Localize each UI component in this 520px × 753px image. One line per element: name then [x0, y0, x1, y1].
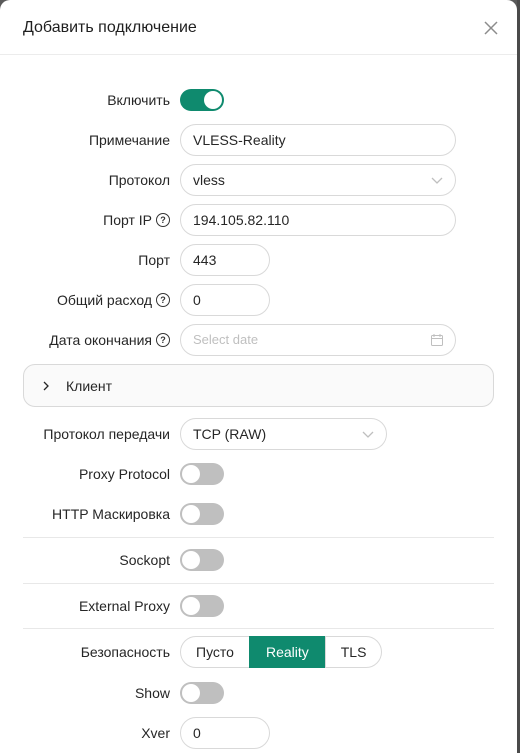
chevron-right-icon	[43, 381, 49, 391]
transport-label: Протокол передачи	[43, 426, 170, 442]
modal-header: Добавить подключение	[0, 0, 517, 55]
row-sockopt: Sockopt	[0, 549, 517, 571]
listen-ip-label: Порт IP ?	[103, 212, 170, 228]
divider	[23, 537, 494, 538]
protocol-select[interactable]: vless	[180, 164, 456, 196]
proxy-protocol-toggle[interactable]	[180, 463, 224, 485]
row-protocol: Протокол vless	[0, 164, 517, 196]
toggle-knob	[182, 597, 200, 615]
expiry-date-input[interactable]: Select date	[180, 324, 456, 356]
external-proxy-label: External Proxy	[78, 598, 170, 614]
question-icon[interactable]: ?	[156, 213, 170, 227]
proxy-protocol-label: Proxy Protocol	[78, 466, 170, 482]
row-listen-ip: Порт IP ? 194.105.82.110	[0, 204, 517, 236]
chevron-down-icon	[431, 177, 443, 184]
remark-input[interactable]: VLESS-Reality	[180, 124, 456, 156]
row-transport: Протокол передачи TCP (RAW)	[0, 418, 517, 450]
xver-label: Xver	[141, 725, 170, 741]
http-mask-toggle[interactable]	[180, 503, 224, 525]
row-proxy-protocol: Proxy Protocol	[0, 463, 517, 485]
row-port: Порт 443	[0, 244, 517, 276]
remark-label: Примечание	[88, 132, 170, 148]
toggle-knob	[182, 684, 200, 702]
security-label: Безопасность	[80, 644, 170, 660]
security-option-tls[interactable]: TLS	[324, 636, 383, 668]
expiry-label: Дата окончания ?	[49, 332, 170, 348]
total-usage-input[interactable]: 0	[180, 284, 270, 316]
port-label: Порт	[138, 252, 170, 268]
expiry-label-text: Дата окончания	[49, 332, 152, 348]
client-collapse-panel[interactable]: Клиент	[23, 364, 494, 407]
row-remark: Примечание VLESS-Reality	[0, 124, 517, 156]
row-show: Show	[0, 682, 517, 704]
toggle-knob	[182, 505, 200, 523]
toggle-knob	[182, 551, 200, 569]
question-icon[interactable]: ?	[156, 293, 170, 307]
security-segmented: Пусто Reality TLS	[180, 636, 383, 668]
row-expiry: Дата окончания ? Select date	[0, 324, 517, 356]
divider	[23, 628, 494, 629]
chevron-down-icon	[362, 431, 374, 438]
row-external-proxy: External Proxy	[0, 595, 517, 617]
port-input[interactable]: 443	[180, 244, 270, 276]
client-collapse-label: Клиент	[66, 378, 113, 394]
modal-title: Добавить подключение	[23, 19, 197, 36]
row-total-usage: Общий расход ? 0	[0, 284, 517, 316]
add-connection-modal: Добавить подключение Включить Примечание…	[0, 0, 517, 753]
total-usage-label-text: Общий расход	[56, 292, 152, 308]
divider	[23, 583, 494, 584]
protocol-value: vless	[193, 172, 225, 188]
total-usage-label: Общий расход ?	[57, 292, 170, 308]
listen-ip-label-text: Порт IP	[103, 212, 152, 228]
row-enable: Включить	[0, 89, 517, 111]
row-xver: Xver 0	[0, 717, 517, 749]
security-option-reality[interactable]: Reality	[248, 636, 326, 668]
show-toggle[interactable]	[180, 682, 224, 704]
xver-input[interactable]: 0	[180, 717, 270, 749]
expiry-placeholder: Select date	[193, 332, 259, 347]
enable-toggle[interactable]	[180, 89, 224, 111]
toggle-knob	[182, 465, 200, 483]
show-label: Show	[134, 685, 170, 701]
toggle-knob	[204, 91, 222, 109]
protocol-label: Протокол	[108, 172, 170, 188]
row-http-mask: HTTP Маскировка	[0, 503, 517, 525]
question-icon[interactable]: ?	[156, 333, 170, 347]
http-mask-label: HTTP Маскировка	[52, 506, 170, 522]
transport-value: TCP (RAW)	[193, 426, 267, 442]
listen-ip-input[interactable]: 194.105.82.110	[180, 204, 456, 236]
security-option-none[interactable]: Пусто	[180, 636, 250, 668]
transport-select[interactable]: TCP (RAW)	[180, 418, 387, 450]
sockopt-label: Sockopt	[119, 552, 170, 568]
calendar-icon	[431, 334, 443, 346]
sockopt-toggle[interactable]	[180, 549, 224, 571]
enable-label: Включить	[107, 92, 170, 108]
external-proxy-toggle[interactable]	[180, 595, 224, 617]
close-icon[interactable]	[482, 19, 500, 37]
